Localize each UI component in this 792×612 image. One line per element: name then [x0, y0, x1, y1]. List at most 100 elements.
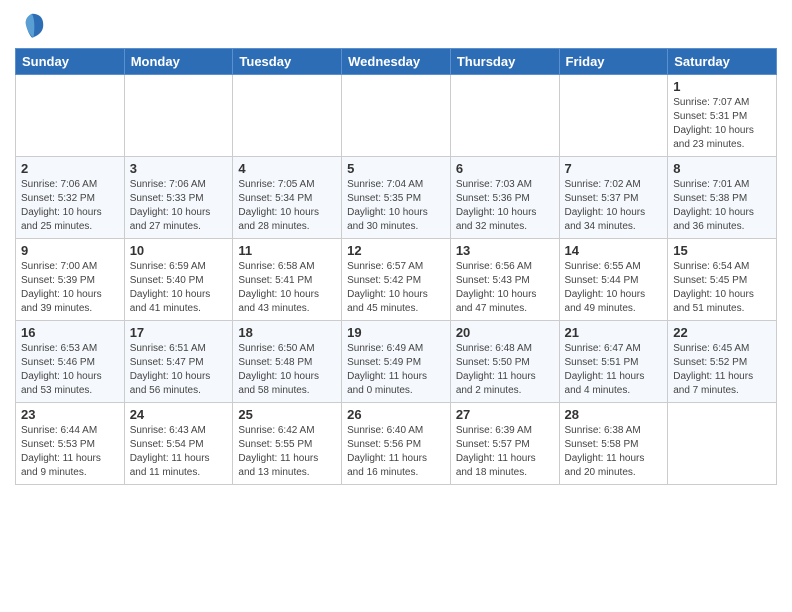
calendar-cell: 10 Sunrise: 6:59 AM Sunset: 5:40 PM Dayli… [124, 239, 233, 321]
calendar-cell: 14 Sunrise: 6:55 AM Sunset: 5:44 PM Dayli… [559, 239, 668, 321]
day-number: 8 [673, 161, 771, 176]
calendar-cell: 5 Sunrise: 7:04 AM Sunset: 5:35 PM Daylig… [342, 157, 451, 239]
day-number: 22 [673, 325, 771, 340]
day-number: 2 [21, 161, 119, 176]
day-info: Sunrise: 6:47 AM Sunset: 5:51 PM Dayligh… [565, 342, 663, 398]
weekday-row: SundayMondayTuesdayWednesdayThursdayFrid… [16, 49, 777, 75]
day-number: 10 [130, 243, 228, 258]
weekday-header-saturday: Saturday [668, 49, 777, 75]
calendar-cell: 8 Sunrise: 7:01 AM Sunset: 5:38 PM Daylig… [668, 157, 777, 239]
week-row-1: 2 Sunrise: 7:06 AM Sunset: 5:32 PM Daylig… [16, 157, 777, 239]
calendar-cell: 28 Sunrise: 6:38 AM Sunset: 5:58 PM Dayli… [559, 403, 668, 485]
calendar-cell [124, 75, 233, 157]
day-info: Sunrise: 7:07 AM Sunset: 5:31 PM Dayligh… [673, 96, 771, 152]
day-info: Sunrise: 6:48 AM Sunset: 5:50 PM Dayligh… [456, 342, 554, 398]
calendar-cell: 24Sunrise: 6:43 AM Sunset: 5:54 PM Dayli… [124, 403, 233, 485]
day-info: Sunrise: 7:03 AM Sunset: 5:36 PM Dayligh… [456, 178, 554, 234]
day-number: 4 [238, 161, 336, 176]
day-info: Sunrise: 6:38 AM Sunset: 5:58 PM Dayligh… [565, 424, 663, 480]
calendar-cell: 19 Sunrise: 6:49 AM Sunset: 5:49 PM Dayli… [342, 321, 451, 403]
day-info: Sunrise: 6:39 AM Sunset: 5:57 PM Dayligh… [456, 424, 554, 480]
day-info: Sunrise: 7:06 AM Sunset: 5:33 PM Dayligh… [130, 178, 228, 234]
day-info: Sunrise: 6:45 AM Sunset: 5:52 PM Dayligh… [673, 342, 771, 398]
calendar-cell: 23Sunrise: 6:44 AM Sunset: 5:53 PM Dayli… [16, 403, 125, 485]
day-number: 24 [130, 407, 228, 422]
calendar-cell [668, 403, 777, 485]
weekday-header-thursday: Thursday [450, 49, 559, 75]
calendar-cell: 15 Sunrise: 6:54 AM Sunset: 5:45 PM Dayli… [668, 239, 777, 321]
calendar: SundayMondayTuesdayWednesdayThursdayFrid… [15, 48, 777, 485]
day-number: 11 [238, 243, 336, 258]
calendar-cell: 6 Sunrise: 7:03 AM Sunset: 5:36 PM Daylig… [450, 157, 559, 239]
calendar-cell: 13Sunrise: 6:56 AM Sunset: 5:43 PM Dayli… [450, 239, 559, 321]
day-info: Sunrise: 7:01 AM Sunset: 5:38 PM Dayligh… [673, 178, 771, 234]
day-number: 6 [456, 161, 554, 176]
day-info: Sunrise: 6:57 AM Sunset: 5:42 PM Dayligh… [347, 260, 445, 316]
weekday-header-sunday: Sunday [16, 49, 125, 75]
week-row-4: 23Sunrise: 6:44 AM Sunset: 5:53 PM Dayli… [16, 403, 777, 485]
day-number: 25 [238, 407, 336, 422]
day-info: Sunrise: 6:44 AM Sunset: 5:53 PM Dayligh… [21, 424, 119, 480]
day-info: Sunrise: 6:40 AM Sunset: 5:56 PM Dayligh… [347, 424, 445, 480]
day-info: Sunrise: 6:51 AM Sunset: 5:47 PM Dayligh… [130, 342, 228, 398]
day-number: 7 [565, 161, 663, 176]
header [15, 10, 777, 40]
calendar-cell: 9Sunrise: 7:00 AM Sunset: 5:39 PM Daylig… [16, 239, 125, 321]
page-container: SundayMondayTuesdayWednesdayThursdayFrid… [0, 0, 792, 495]
day-number: 12 [347, 243, 445, 258]
day-info: Sunrise: 7:02 AM Sunset: 5:37 PM Dayligh… [565, 178, 663, 234]
calendar-cell [450, 75, 559, 157]
day-info: Sunrise: 6:54 AM Sunset: 5:45 PM Dayligh… [673, 260, 771, 316]
day-number: 15 [673, 243, 771, 258]
calendar-cell: 25 Sunrise: 6:42 AM Sunset: 5:55 PM Dayli… [233, 403, 342, 485]
day-number: 27 [456, 407, 554, 422]
calendar-cell: 18 Sunrise: 6:50 AM Sunset: 5:48 PM Dayli… [233, 321, 342, 403]
weekday-header-monday: Monday [124, 49, 233, 75]
day-info: Sunrise: 7:04 AM Sunset: 5:35 PM Dayligh… [347, 178, 445, 234]
day-number: 28 [565, 407, 663, 422]
logo-icon [17, 10, 47, 40]
weekday-header-wednesday: Wednesday [342, 49, 451, 75]
day-number: 1 [673, 79, 771, 94]
day-info: Sunrise: 6:50 AM Sunset: 5:48 PM Dayligh… [238, 342, 336, 398]
day-info: Sunrise: 6:42 AM Sunset: 5:55 PM Dayligh… [238, 424, 336, 480]
day-info: Sunrise: 6:58 AM Sunset: 5:41 PM Dayligh… [238, 260, 336, 316]
calendar-cell: 1 Sunrise: 7:07 AM Sunset: 5:31 PM Daylig… [668, 75, 777, 157]
day-number: 3 [130, 161, 228, 176]
calendar-header: SundayMondayTuesdayWednesdayThursdayFrid… [16, 49, 777, 75]
day-info: Sunrise: 6:53 AM Sunset: 5:46 PM Dayligh… [21, 342, 119, 398]
calendar-body: 1 Sunrise: 7:07 AM Sunset: 5:31 PM Daylig… [16, 75, 777, 485]
weekday-header-tuesday: Tuesday [233, 49, 342, 75]
day-number: 16 [21, 325, 119, 340]
calendar-cell: 3 Sunrise: 7:06 AM Sunset: 5:33 PM Daylig… [124, 157, 233, 239]
calendar-cell: 11 Sunrise: 6:58 AM Sunset: 5:41 PM Dayli… [233, 239, 342, 321]
calendar-cell: 27 Sunrise: 6:39 AM Sunset: 5:57 PM Dayli… [450, 403, 559, 485]
day-info: Sunrise: 7:05 AM Sunset: 5:34 PM Dayligh… [238, 178, 336, 234]
day-info: Sunrise: 6:49 AM Sunset: 5:49 PM Dayligh… [347, 342, 445, 398]
day-info: Sunrise: 7:00 AM Sunset: 5:39 PM Dayligh… [21, 260, 119, 316]
calendar-cell: 7 Sunrise: 7:02 AM Sunset: 5:37 PM Daylig… [559, 157, 668, 239]
calendar-cell: 17Sunrise: 6:51 AM Sunset: 5:47 PM Dayli… [124, 321, 233, 403]
day-info: Sunrise: 6:59 AM Sunset: 5:40 PM Dayligh… [130, 260, 228, 316]
week-row-2: 9Sunrise: 7:00 AM Sunset: 5:39 PM Daylig… [16, 239, 777, 321]
day-number: 18 [238, 325, 336, 340]
day-number: 14 [565, 243, 663, 258]
day-info: Sunrise: 7:06 AM Sunset: 5:32 PM Dayligh… [21, 178, 119, 234]
calendar-cell: 16 Sunrise: 6:53 AM Sunset: 5:46 PM Dayli… [16, 321, 125, 403]
week-row-3: 16 Sunrise: 6:53 AM Sunset: 5:46 PM Dayli… [16, 321, 777, 403]
calendar-cell: 2 Sunrise: 7:06 AM Sunset: 5:32 PM Daylig… [16, 157, 125, 239]
day-number: 5 [347, 161, 445, 176]
day-number: 20 [456, 325, 554, 340]
weekday-header-friday: Friday [559, 49, 668, 75]
calendar-cell: 26Sunrise: 6:40 AM Sunset: 5:56 PM Dayli… [342, 403, 451, 485]
calendar-cell: 4 Sunrise: 7:05 AM Sunset: 5:34 PM Daylig… [233, 157, 342, 239]
calendar-cell: 21 Sunrise: 6:47 AM Sunset: 5:51 PM Dayli… [559, 321, 668, 403]
calendar-cell [16, 75, 125, 157]
calendar-cell: 20 Sunrise: 6:48 AM Sunset: 5:50 PM Dayli… [450, 321, 559, 403]
calendar-cell [233, 75, 342, 157]
day-number: 21 [565, 325, 663, 340]
day-number: 19 [347, 325, 445, 340]
day-info: Sunrise: 6:55 AM Sunset: 5:44 PM Dayligh… [565, 260, 663, 316]
day-info: Sunrise: 6:56 AM Sunset: 5:43 PM Dayligh… [456, 260, 554, 316]
week-row-0: 1 Sunrise: 7:07 AM Sunset: 5:31 PM Daylig… [16, 75, 777, 157]
